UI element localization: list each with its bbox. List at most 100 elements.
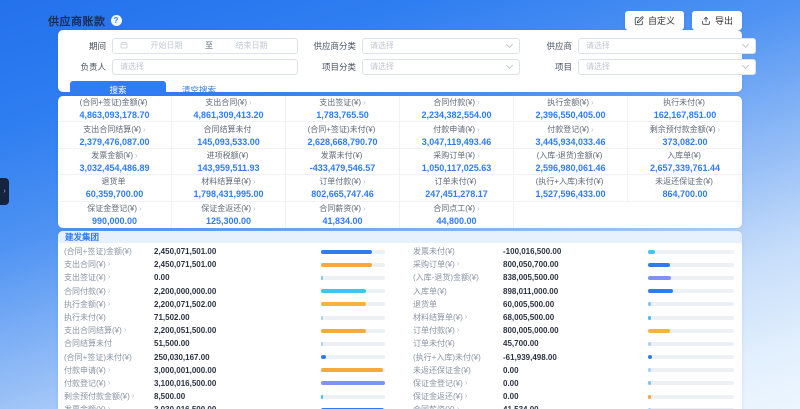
stat-label: 发票金额(¥) ›	[91, 150, 137, 161]
stat-cell[interactable]: 合同薪资(¥) › 41,834.00	[286, 202, 400, 228]
stat-cell[interactable]: 支出合同结算(¥) › 2,379,476,087.00	[58, 122, 172, 148]
stat-label: 执行未付(¥)	[663, 97, 707, 108]
metric-row[interactable]: 执行未付(¥) 71,502.00	[64, 311, 385, 324]
metric-row[interactable]: 订单未付(¥) 45,700.00	[413, 337, 734, 350]
stat-cell[interactable]: (合同+签证)未付(¥) 2,628,668,790.70	[286, 122, 400, 148]
chevron-right-icon: ›	[718, 125, 721, 134]
metric-row[interactable]: 执行金额(¥) › 2,200,071,502.00	[64, 298, 385, 311]
stat-cell[interactable]: 材料结算单(¥) › 1,798,431,995.00	[172, 175, 286, 201]
metric-row[interactable]: 发票金额(¥) › 3,030,016,500.00	[64, 403, 385, 409]
metric-value: 0.00	[503, 379, 648, 388]
stat-cell[interactable]: 发票未付(¥) -433,479,546.57	[286, 149, 400, 175]
metric-row[interactable]: 保证金返还(¥) › 0.00	[413, 390, 734, 403]
owner-label: 负责人	[70, 61, 106, 73]
stat-cell[interactable]: 进项税额(¥) 143,959,511.93	[172, 149, 286, 175]
stat-cell[interactable]: (入库-退货)金额(¥) 2,596,980,061.46	[514, 149, 628, 175]
stat-value: 2,379,476,087.00	[79, 137, 149, 147]
metric-bar-fill	[648, 316, 651, 320]
stat-label: 合同薪资(¥) ›	[319, 203, 365, 214]
metric-row[interactable]: (入库-退货)金额(¥) 838,005,500.00	[413, 271, 734, 284]
end-date-placeholder: 结束日期	[236, 40, 268, 51]
help-icon[interactable]: ?	[111, 15, 122, 26]
metric-row[interactable]: 合同结算未付 51,500.00	[64, 337, 385, 350]
supplier-select[interactable]: 请选择	[578, 38, 756, 54]
metric-row[interactable]: 订单付款(¥) › 800,005,000.00	[413, 324, 734, 337]
stat-cell[interactable]: 订单未付(¥) 247,451,278.17	[400, 175, 514, 201]
stat-cell[interactable]: 未返还保证金(¥) 864,700.00	[628, 175, 742, 201]
group-header[interactable]: 建发集团	[58, 231, 742, 243]
metric-bar-track	[321, 289, 385, 293]
stat-cell[interactable]: 合同付款(¥) › 2,234,382,554.00	[400, 96, 514, 122]
customize-label: 自定义	[648, 14, 675, 27]
chevron-right-icon: ›	[457, 325, 460, 336]
stat-cell[interactable]: 发票金额(¥) › 3,032,454,486.89	[58, 149, 172, 175]
filter-panel: 期间 开始日期 至 结束日期 供应商分类 请选择 供应商 请选择 负责人	[58, 30, 742, 92]
period-date-range[interactable]: 开始日期 至 结束日期	[112, 38, 298, 54]
stat-label: 合同点工(¥) ›	[433, 203, 479, 214]
stat-cell[interactable]: 保证金登记(¥) › 990,000.00	[58, 202, 172, 228]
metric-bar-fill	[648, 276, 671, 280]
metric-bar-fill	[321, 250, 372, 254]
stat-cell[interactable]: 订单付款(¥) › 802,665,747.46	[286, 175, 400, 201]
metric-row[interactable]: 支出合同(¥) › 2,450,071,501.00	[64, 258, 385, 271]
project-category-select[interactable]: 请选择	[362, 59, 520, 75]
sidebar-toggle[interactable]: ›	[0, 178, 9, 205]
metric-bar-track	[648, 302, 734, 306]
start-date-placeholder: 开始日期	[151, 40, 183, 51]
metric-row[interactable]: 合同薪资(¥) › 41,534.00	[413, 403, 734, 409]
metric-row[interactable]: 保证金登记(¥) › 0.00	[413, 377, 734, 390]
stat-value: 3,032,454,486.89	[79, 163, 149, 173]
stat-cell[interactable]: (执行+入库)未付(¥) 1,527,596,433.00	[514, 175, 628, 201]
metric-bar-track	[321, 368, 385, 372]
metric-label: 订单付款(¥) ›	[413, 325, 503, 336]
stat-value: 3,047,119,493.46	[422, 137, 492, 147]
metric-row[interactable]: 付款申请(¥) › 3,000,001,000.00	[64, 364, 385, 377]
stat-cell[interactable]: 执行未付(¥) 162,167,851.00	[628, 96, 742, 122]
stat-cell[interactable]: (合同+签证)金额(¥) 4,863,093,178.70	[58, 96, 172, 122]
chevron-right-icon: ›	[591, 98, 594, 107]
stat-cell[interactable]: 执行金额(¥) › 2,396,550,405.00	[514, 96, 628, 122]
stat-value: 4,861,309,413.20	[193, 110, 263, 120]
project-select[interactable]: 请选择	[578, 59, 756, 75]
export-button[interactable]: 导出	[692, 11, 742, 30]
filter-row-1: 期间 开始日期 至 结束日期 供应商分类 请选择 供应商 请选择	[70, 37, 730, 54]
metric-row[interactable]: (合同+签证)金额(¥) 2,450,071,501.00	[64, 245, 385, 258]
customize-button[interactable]: 自定义	[625, 11, 684, 30]
metric-row[interactable]: 付款登记(¥) › 3,100,016,500.00	[64, 377, 385, 390]
stat-cell[interactable]: 合同结算未付 145,093,533.00	[172, 122, 286, 148]
metric-value: -100,016,500.00	[503, 247, 648, 256]
metric-bar-track	[321, 263, 385, 267]
stat-cell[interactable]: 退货单 60,359,700.00	[58, 175, 172, 201]
metric-row[interactable]: 支出签证(¥) › 0.00	[64, 271, 385, 284]
chevron-right-icon: ›	[108, 286, 111, 297]
metric-row[interactable]: 未返还保证金(¥) 0.00	[413, 364, 734, 377]
metric-label: (合同+签证)金额(¥)	[64, 246, 154, 257]
owner-select[interactable]: 请选择	[112, 59, 298, 75]
metric-row[interactable]: (执行+入库)未付(¥) -61,939,498.00	[413, 351, 734, 364]
metric-row[interactable]: 剩余预付款金额(¥) › 8,500.00	[64, 390, 385, 403]
metric-row[interactable]: 支出合同结算(¥) › 2,200,051,500.00	[64, 324, 385, 337]
stat-cell[interactable]: 支出合同(¥) › 4,861,309,413.20	[172, 96, 286, 122]
supplier-category-select[interactable]: 请选择	[362, 38, 520, 54]
stat-cell[interactable]: 付款登记(¥) › 3,445,934,033.46	[514, 122, 628, 148]
metric-row[interactable]: 合同付款(¥) › 2,200,000,000.00	[64, 285, 385, 298]
metric-row[interactable]: 发票未付(¥) -100,016,500.00	[413, 245, 734, 258]
stat-cell[interactable]: 剩余预付款金额(¥) › 373,082.00	[628, 122, 742, 148]
chevron-right-icon: ›	[457, 259, 460, 270]
stat-value: 143,959,511.93	[197, 163, 259, 173]
stats-panel: (合同+签证)金额(¥) 4,863,093,178.70 支出合同(¥) › …	[58, 96, 742, 228]
metric-row[interactable]: 采购订单(¥) › 800,050,700.00	[413, 258, 734, 271]
metric-row[interactable]: (合同+签证)未付(¥) 250,030,167.00	[64, 351, 385, 364]
metric-value: 45,700.00	[503, 339, 648, 348]
metric-row[interactable]: 材料结算单(¥) › 68,005,500.00	[413, 311, 734, 324]
metric-row[interactable]: 退货单 60,005,500.00	[413, 298, 734, 311]
stat-cell[interactable]: 采购订单(¥) › 1,050,117,025.63	[400, 149, 514, 175]
stat-cell[interactable]: 付款申请(¥) › 3,047,119,493.46	[400, 122, 514, 148]
stat-cell[interactable]: 入库单(¥) 2,657,339,761.44	[628, 149, 742, 175]
chevron-right-icon: ›	[124, 325, 127, 336]
stat-cell[interactable]: 支出签证(¥) › 1,783,765.50	[286, 96, 400, 122]
stat-cell[interactable]: 保证金返还(¥) › 125,300.00	[172, 202, 286, 228]
stat-cell[interactable]: 合同点工(¥) › 44,800.00	[400, 202, 514, 228]
clear-search-link[interactable]: 清空搜索	[182, 84, 216, 96]
metric-row[interactable]: 入库单(¥) 898,011,000.00	[413, 285, 734, 298]
